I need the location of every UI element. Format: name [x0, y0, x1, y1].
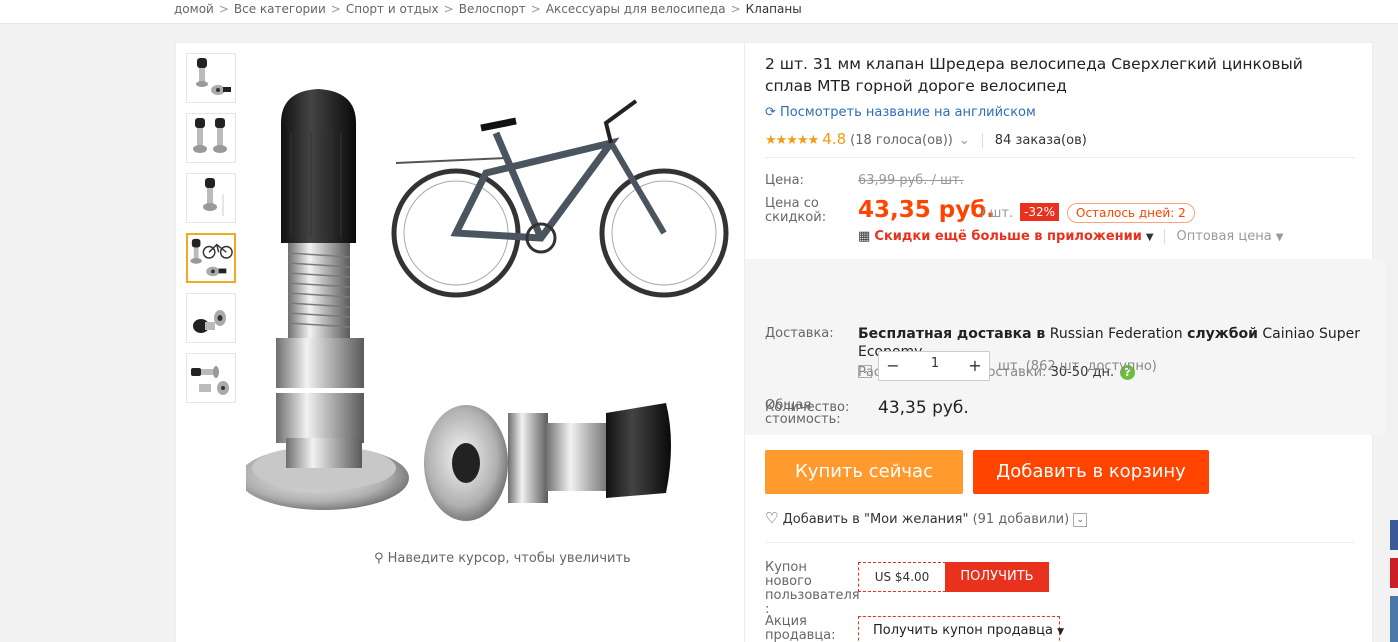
top-bar: домой > Все категории > Спорт и отдых > Велосп… — [0, 0, 1398, 24]
wishlist-link[interactable]: Добавить в "Мои желания" — [783, 512, 969, 527]
total-label: Общая стоимость: — [765, 398, 841, 427]
vk-share-icon[interactable] — [1390, 596, 1398, 642]
breadcrumb-all-categories[interactable]: Все категории — [234, 2, 326, 16]
wishlist-row: ♡ Добавить в "Мои желания" (91 добавили)… — [765, 509, 1088, 527]
get-coupon-button[interactable]: ПОЛУЧИТЬ — [945, 562, 1049, 592]
translate-link-text[interactable]: Посмотреть название на английском — [780, 105, 1036, 120]
total-value: 43,35 руб. — [878, 398, 969, 418]
votes-link[interactable]: (18 голоса(ов)) — [850, 133, 953, 148]
thumbnail-4[interactable] — [186, 233, 236, 283]
thumbnail-1[interactable] — [186, 53, 236, 103]
breadcrumb-bike-accessories[interactable]: Аксессуары для велосипеда — [546, 2, 726, 16]
chevron-down-icon[interactable]: ⌄ — [1073, 512, 1088, 527]
facebook-share-icon[interactable] — [1390, 520, 1398, 550]
thumbnail-6[interactable] — [186, 353, 236, 403]
new-user-coupon-label: Купон нового пользователя : — [765, 560, 860, 617]
pinterest-share-icon[interactable] — [1390, 558, 1398, 588]
breadcrumb-home[interactable]: домой — [174, 2, 214, 16]
seller-coupon-text: Получить купон продавца — [873, 623, 1053, 638]
add-to-cart-button[interactable]: Добавить в корзину — [973, 450, 1209, 494]
shipping-label: Доставка: — [765, 326, 834, 341]
breadcrumb-separator: > — [443, 2, 454, 16]
minus-icon[interactable]: − — [879, 352, 907, 380]
discount-price-label: Цена со скидкой: — [765, 196, 827, 225]
translate-link[interactable]: ⟳ Посмотреть название на английском — [765, 105, 1036, 120]
discount-badge: -32% — [1020, 203, 1060, 221]
breadcrumb-separator: > — [730, 2, 741, 16]
divider — [765, 157, 1355, 158]
free-shipping-text: Бесплатная доставка в — [858, 326, 1046, 342]
caret-down-icon[interactable]: ▼ — [1276, 232, 1284, 243]
buy-now-button[interactable]: Купить сейчас — [765, 450, 963, 494]
thumbnail-3[interactable] — [186, 173, 236, 223]
rating-row: ★★★★★ 4.8 (18 голоса(ов)) ⌄ 84 заказа(ов) — [765, 130, 1087, 148]
price-label: Цена: — [765, 173, 804, 188]
current-price: 43,35 руб. — [858, 197, 996, 223]
orders-count: 84 заказа(ов) — [981, 133, 1087, 148]
main-product-image[interactable] — [239, 53, 746, 533]
rating-value: 4.8 — [822, 130, 847, 148]
quantity-stepper: − 1 + — [878, 351, 990, 381]
wishlist-count: (91 добавили) — [972, 512, 1070, 527]
app-discount-row: ▦ Скидки ещё больше в приложении ▼ Оптовая… — [858, 229, 1283, 244]
days-left-badge: Осталось дней: 2 — [1067, 203, 1195, 223]
stock-available: шт. (862 шт. доступно) — [998, 359, 1157, 374]
new-user-coupon-value: US $4.00 — [858, 562, 946, 592]
shipping-via-text: службой — [1187, 326, 1258, 342]
product-title: 2 шт. 31 мм клапан Шредера велосипеда Св… — [765, 55, 1303, 95]
divider — [765, 542, 1355, 543]
plus-icon[interactable]: + — [961, 352, 989, 380]
breadcrumb-separator: > — [330, 2, 341, 16]
chevron-down-icon[interactable]: ⌄ — [959, 133, 970, 148]
shipping-country[interactable]: Russian Federation — [1050, 326, 1183, 342]
original-price: 63,99 руб. / шт. — [858, 173, 964, 188]
thumbnail-2[interactable] — [186, 113, 236, 163]
breadcrumb-separator: > — [218, 2, 229, 16]
product-card: ⚲ Наведите курсор, чтобы увеличить 2 шт.… — [175, 42, 1385, 642]
app-discount-link[interactable]: Скидки ещё больше в приложении — [874, 229, 1141, 244]
breadcrumb-sport[interactable]: Спорт и отдых — [346, 2, 439, 16]
caret-down-icon: ▼ — [1057, 627, 1065, 637]
price-unit: / шт. — [981, 206, 1014, 221]
zoom-hint: ⚲ Наведите курсор, чтобы увеличить — [374, 551, 631, 566]
seller-coupon-dropdown[interactable]: Получить купон продавца ▼ — [858, 616, 1064, 642]
caret-down-icon[interactable]: ▼ — [1146, 232, 1154, 243]
zoom-hint-text: Наведите курсор, чтобы увеличить — [387, 551, 631, 566]
heart-icon[interactable]: ♡ — [765, 509, 778, 527]
wholesale-price-link[interactable]: Оптовая цена — [1163, 229, 1272, 244]
star-rating-icons: ★★★★★ — [765, 133, 819, 148]
quantity-input[interactable]: 1 — [909, 356, 961, 371]
magnifier-icon: ⚲ — [374, 551, 388, 566]
qr-code-icon: ▦ — [858, 229, 875, 244]
translate-icon: ⟳ — [765, 105, 781, 120]
breadcrumb: домой > Все категории > Спорт и отдых > Велосп… — [174, 2, 802, 16]
thumbnail-list — [186, 53, 236, 413]
breadcrumb-valves[interactable]: Клапаны — [746, 2, 802, 16]
breadcrumb-separator: > — [530, 2, 541, 16]
breadcrumb-cycling[interactable]: Велоспорт — [459, 2, 526, 16]
seller-promo-label: Акция продавца: — [765, 614, 836, 642]
thumbnail-5[interactable] — [186, 293, 236, 343]
